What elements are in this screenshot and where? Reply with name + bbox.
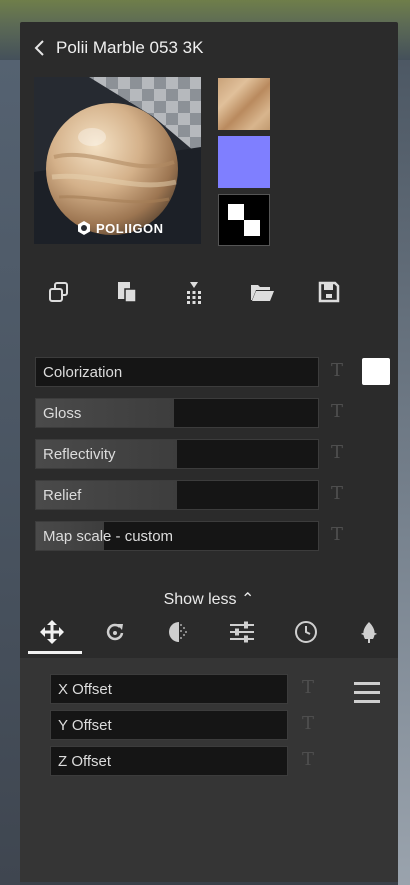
paste-icon: [117, 282, 137, 303]
material-title: Polii Marble 053 3K: [56, 38, 204, 57]
open-folder-button[interactable]: [247, 277, 277, 307]
albedo-map-thumbnail[interactable]: [218, 78, 270, 130]
type-value-button[interactable]: T: [302, 677, 314, 698]
slider-label: Reflectivity: [43, 446, 116, 463]
hamburger-menu-icon[interactable]: [354, 682, 380, 706]
tab-shading[interactable]: [155, 614, 203, 650]
show-less-toggle[interactable]: Show less ⌃: [20, 589, 398, 609]
copy-button[interactable]: [44, 277, 74, 307]
type-value-button[interactable]: T: [331, 442, 343, 463]
normal-map-thumbnail[interactable]: [218, 136, 270, 188]
material-preview[interactable]: POLIIGON: [34, 77, 201, 244]
slider-label: Map scale - custom: [43, 528, 174, 545]
type-value-button[interactable]: T: [302, 749, 314, 770]
rotate-icon: [107, 623, 124, 641]
logo-text: POLIIGON: [96, 220, 164, 236]
paste-button[interactable]: [112, 277, 142, 307]
type-value-button[interactable]: T: [331, 401, 343, 422]
tab-move[interactable]: [28, 614, 82, 654]
offset-panel: X Offset T Y Offset T Z Offset T: [20, 658, 398, 882]
colorization-row: Colorization T: [35, 357, 390, 387]
shading-icon: [168, 622, 187, 642]
slider-label: Colorization: [43, 364, 123, 381]
type-value-button[interactable]: T: [302, 713, 314, 734]
background-left: [0, 60, 20, 885]
save-icon: [318, 281, 340, 303]
apply-icon: [187, 282, 201, 304]
field-label: Z Offset: [58, 753, 112, 770]
colorization-slider[interactable]: Colorization: [35, 357, 319, 387]
reflectivity-slider[interactable]: Reflectivity: [35, 439, 319, 469]
tab-adjust[interactable]: [218, 614, 266, 650]
map-thumbnails: [218, 78, 270, 252]
gloss-slider[interactable]: Gloss: [35, 398, 319, 428]
checker-icon: [228, 204, 260, 236]
type-value-button[interactable]: T: [331, 360, 343, 381]
relief-row: Relief T: [35, 480, 390, 510]
y-offset-field[interactable]: Y Offset: [50, 710, 288, 740]
transform-tabs: [28, 614, 393, 654]
leaf-icon: [360, 622, 377, 643]
background-right: [398, 60, 410, 885]
roughness-map-thumbnail[interactable]: [218, 194, 270, 246]
back-header[interactable]: Polii Marble 053 3K: [32, 34, 203, 62]
slider-label: Gloss: [43, 405, 82, 422]
material-panel: Polii Marble 053 3K POLIIGON Colorizatio…: [20, 22, 398, 882]
z-offset-field[interactable]: Z Offset: [50, 746, 288, 776]
chevron-left-icon: [34, 40, 44, 56]
material-toolbar: [44, 277, 344, 307]
material-sliders: Colorization T Gloss T Reflectivity T Re…: [35, 357, 390, 562]
adjust-icon: [230, 621, 255, 643]
poliigon-mark-icon: [78, 221, 90, 235]
tab-leaf[interactable]: [345, 614, 393, 650]
history-icon: [294, 621, 317, 643]
poliigon-logo: POLIIGON: [76, 220, 164, 236]
slider-label: Relief: [43, 487, 82, 504]
tab-history[interactable]: [282, 614, 330, 650]
apply-button[interactable]: [179, 277, 209, 307]
save-button[interactable]: [314, 277, 344, 307]
map-scale-row: Map scale - custom T: [35, 521, 390, 551]
x-offset-field[interactable]: X Offset: [50, 674, 288, 704]
gloss-row: Gloss T: [35, 398, 390, 428]
reflectivity-row: Reflectivity T: [35, 439, 390, 469]
type-value-button[interactable]: T: [331, 524, 343, 545]
move-icon: [40, 620, 64, 644]
copy-icon: [49, 282, 68, 302]
type-value-button[interactable]: T: [331, 483, 343, 504]
color-swatch[interactable]: [362, 358, 390, 385]
relief-slider[interactable]: Relief: [35, 480, 319, 510]
map-scale-slider[interactable]: Map scale - custom: [35, 521, 319, 551]
field-label: Y Offset: [58, 717, 112, 734]
preview-scene: [34, 77, 201, 244]
field-label: X Offset: [58, 681, 112, 698]
folder-open-icon: [250, 285, 274, 301]
tab-rotate[interactable]: [91, 614, 139, 650]
